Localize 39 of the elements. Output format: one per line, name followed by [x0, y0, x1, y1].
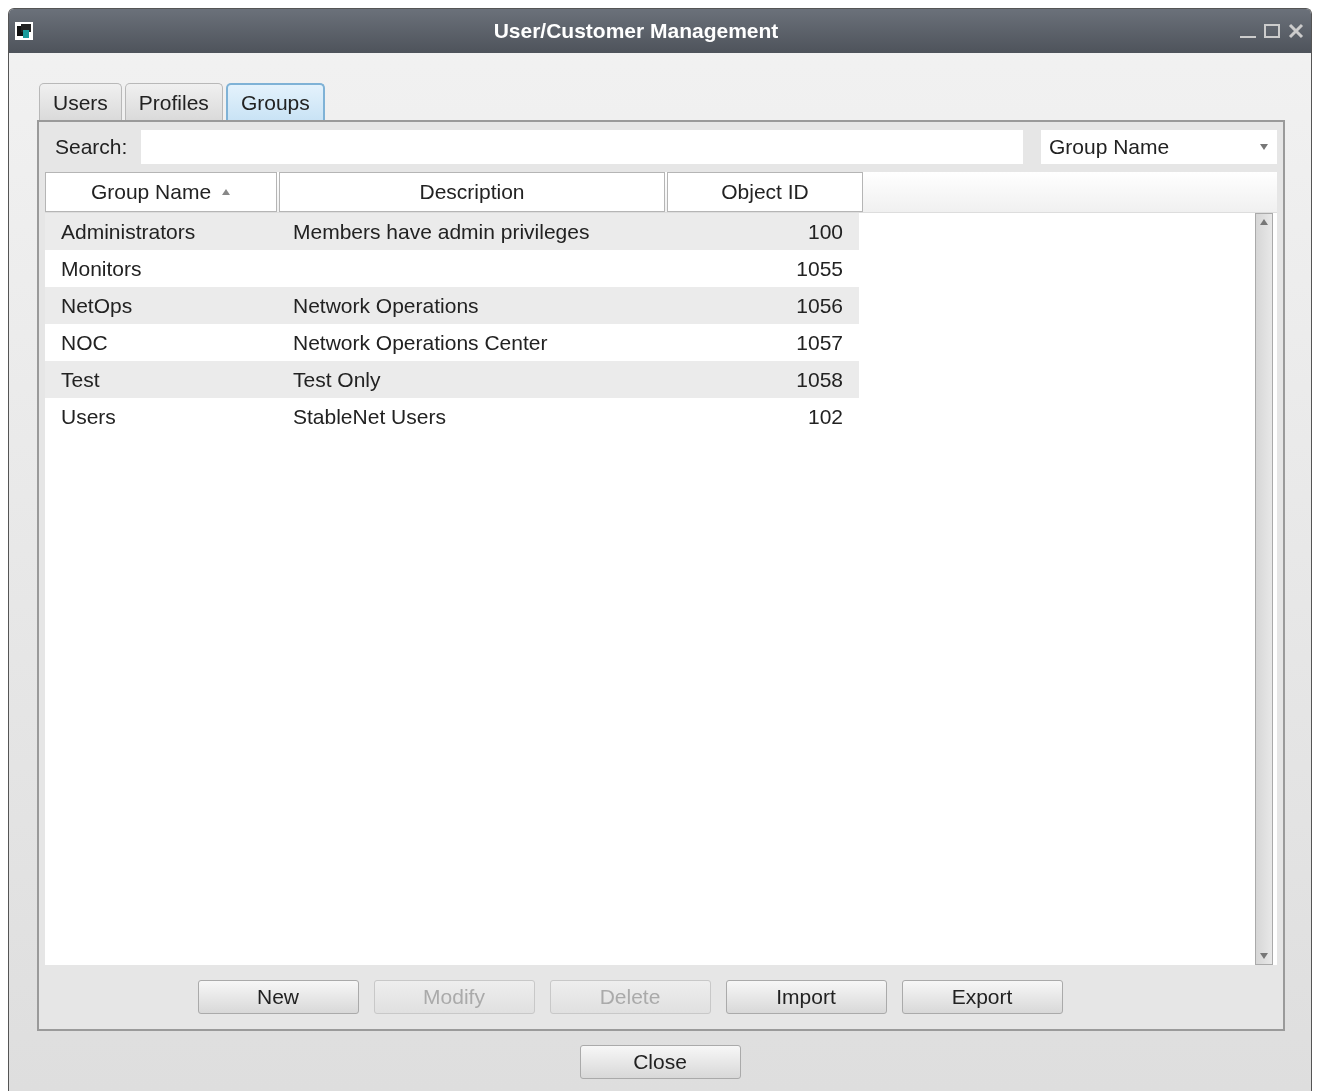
search-column-dropdown[interactable]: Group Name	[1041, 130, 1277, 164]
scroll-up-icon[interactable]	[1259, 218, 1269, 226]
maximize-icon[interactable]	[1263, 22, 1281, 40]
table-cell-text: Network Operations	[292, 293, 480, 318]
scroll-down-icon[interactable]	[1259, 952, 1269, 960]
column-header[interactable]: Object ID	[667, 172, 863, 212]
table-cell-text: NetOps	[60, 293, 134, 318]
table-cell-text: 1058	[795, 367, 844, 392]
tab[interactable]: Groups	[225, 83, 325, 120]
table-cell-text: NOC	[60, 330, 109, 355]
action-button[interactable]: Export	[901, 980, 1063, 1014]
sort-ascending-icon	[221, 188, 232, 196]
table-cell-text: Administrators	[60, 219, 197, 244]
app-icon	[15, 22, 33, 40]
search-label: Search:	[54, 135, 128, 159]
action-button[interactable]: Import	[725, 980, 887, 1014]
close-button[interactable]: Close	[579, 1045, 741, 1079]
table-cell-text: Monitors	[60, 256, 143, 281]
table-cell-text: Users	[60, 404, 117, 429]
table-cell-text: Network Operations Center	[292, 330, 549, 355]
action-button[interactable]: New	[197, 980, 359, 1014]
column-header[interactable]: Group Name	[45, 172, 277, 212]
close-icon[interactable]	[1287, 22, 1305, 40]
tab[interactable]: Profiles	[124, 83, 223, 120]
tab[interactable]: Users	[39, 83, 122, 120]
table-cell-text: Test	[60, 367, 101, 392]
table-cell-text: Test Only	[292, 367, 382, 392]
table-cell-text: 1056	[795, 293, 844, 318]
table-cell-text: Members have admin privileges	[292, 219, 591, 244]
table-cell-text: StableNet Users	[292, 404, 447, 429]
search-field[interactable]	[141, 130, 1023, 164]
table-cell-text: 1055	[795, 256, 844, 281]
table-cell-text: 102	[806, 404, 844, 429]
table-cell-text: 1057	[795, 330, 844, 355]
column-header[interactable]: Description	[279, 172, 665, 212]
table-cell-text: 100	[806, 219, 844, 244]
caret-icon	[1259, 143, 1269, 151]
scrollbar[interactable]	[1255, 213, 1273, 965]
window-title: User/Customer Management	[492, 19, 780, 43]
